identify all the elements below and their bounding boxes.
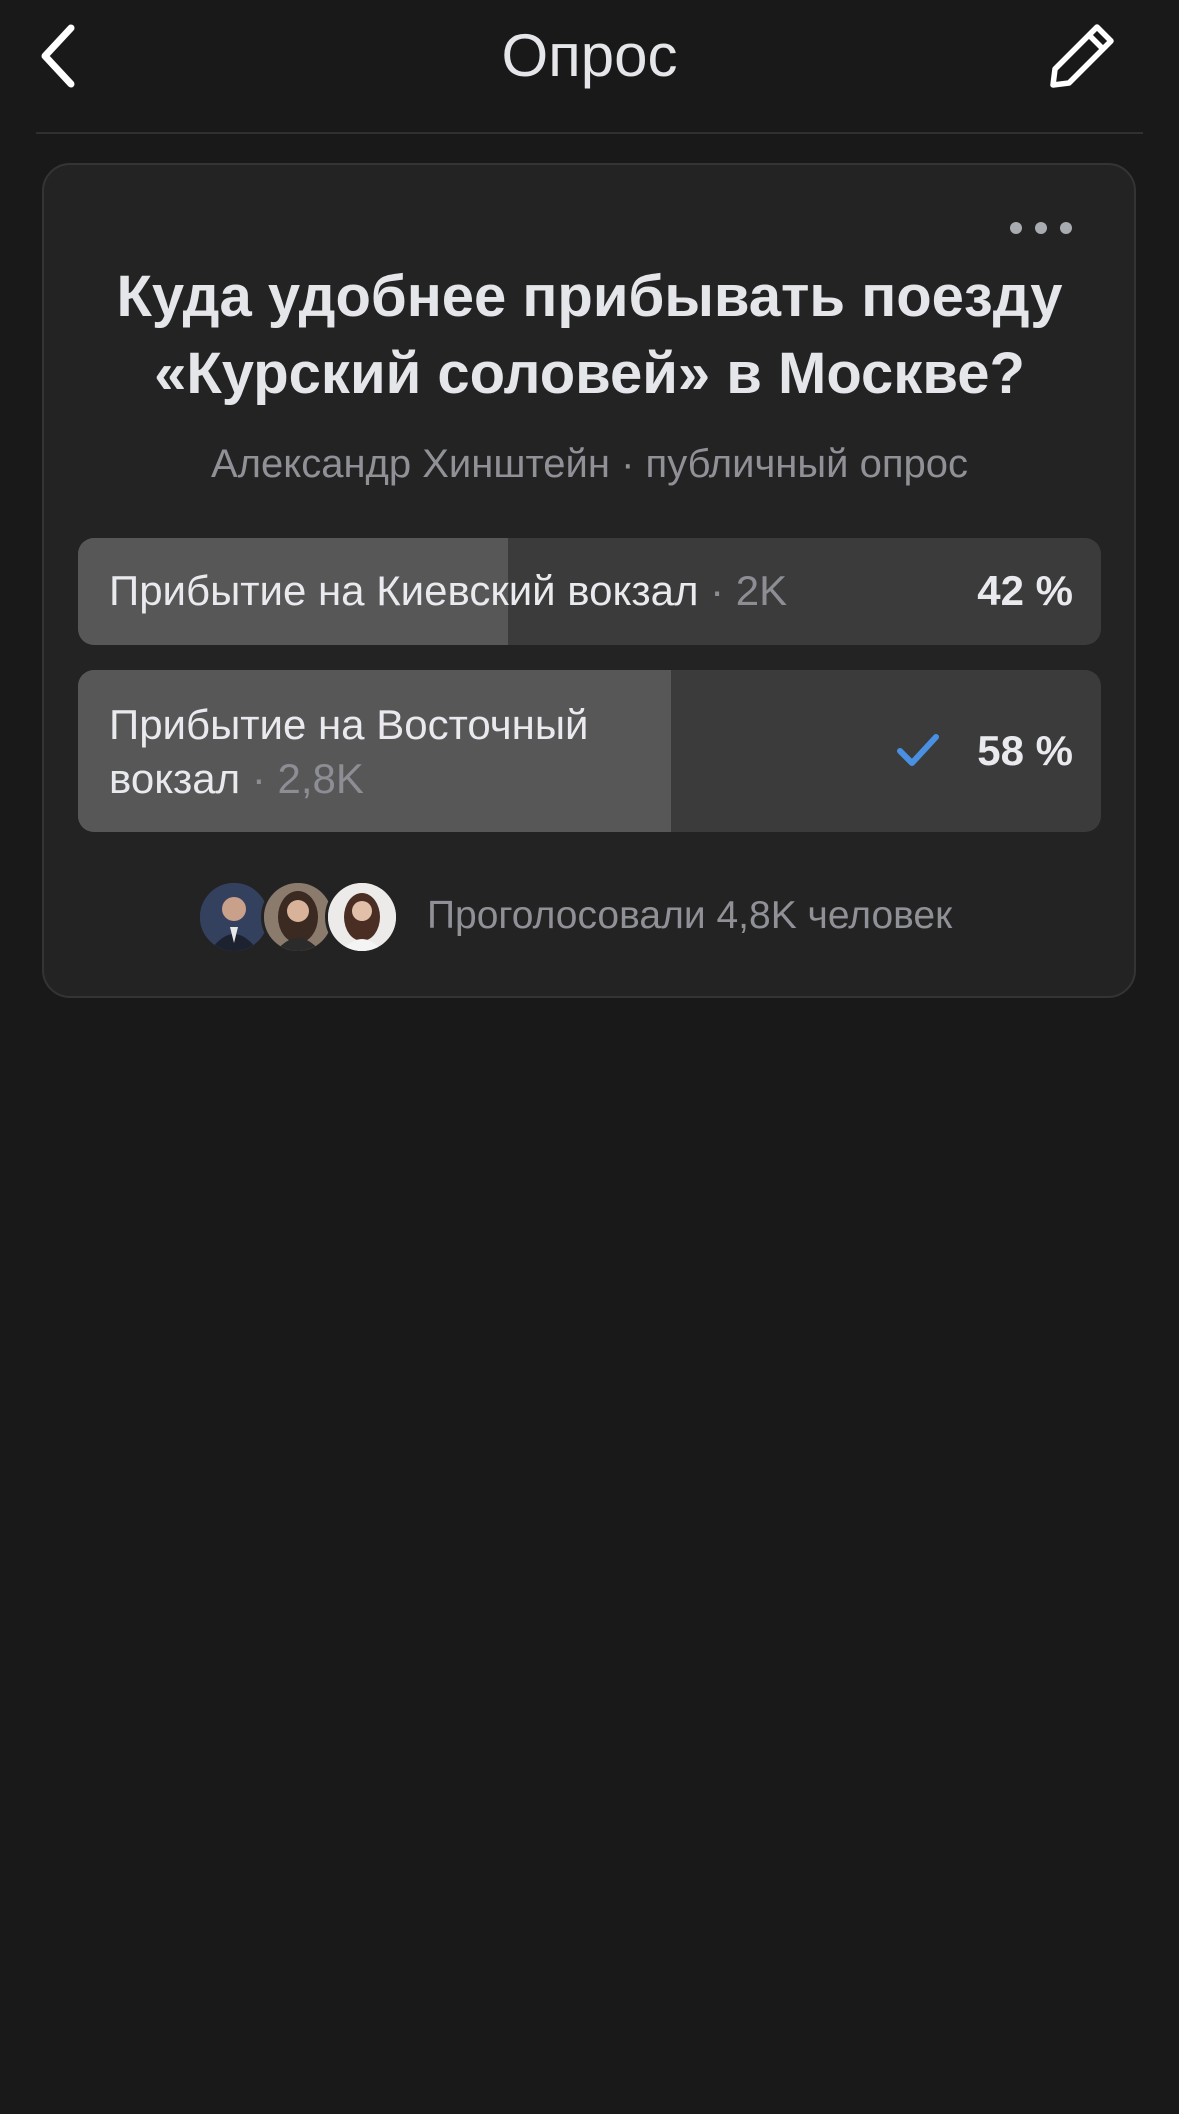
poll-option-vostochny[interactable]: Прибытие на Восточный вокзал · 2,8K 58 % [78,670,1101,832]
poll-option-kievsky[interactable]: Прибытие на Киевский вокзал · 2K 42 % [78,538,1101,645]
top-bar: Опрос [0,0,1179,133]
chevron-left-icon [41,24,75,88]
pencil-icon [1050,24,1114,88]
poll-question: Куда удобнее прибывать поезду «Курский с… [116,264,1063,406]
voters-row[interactable]: Проголосовали 4,8K человек [197,880,1017,954]
avatar [197,880,271,954]
avatar [325,880,399,954]
checkmark-icon [895,724,941,778]
poll-screen: Опрос Куда удобнее прибывать поезду «Кур… [0,0,1179,2114]
more-options-button[interactable] [1010,212,1072,244]
subtitle-separator: · [610,442,646,486]
option-percent: 58 % [977,727,1073,774]
avatar [261,880,335,954]
page-title: Опрос [501,22,678,89]
poll-type: публичный опрос [645,442,968,486]
option-label: Прибытие на Киевский вокзал · 2K [109,564,869,618]
option-percent: 42 % [977,567,1073,614]
header-divider [36,132,1143,134]
vote-count: · 2,8K [251,755,364,802]
back-button[interactable] [22,18,92,94]
more-horizontal-icon [1010,222,1022,234]
edit-button[interactable] [1040,16,1124,96]
option-label: Прибытие на Восточный вокзал · 2,8K [109,698,669,806]
vote-count: · 2K [710,567,788,614]
voters-count-text: Проголосовали 4,8K человек [427,894,953,937]
poll-subtitle: Александр Хинштейн · публичный опрос [60,437,1119,491]
option-text: Прибытие на Киевский вокзал [109,567,699,614]
poll-author[interactable]: Александр Хинштейн [211,442,610,486]
